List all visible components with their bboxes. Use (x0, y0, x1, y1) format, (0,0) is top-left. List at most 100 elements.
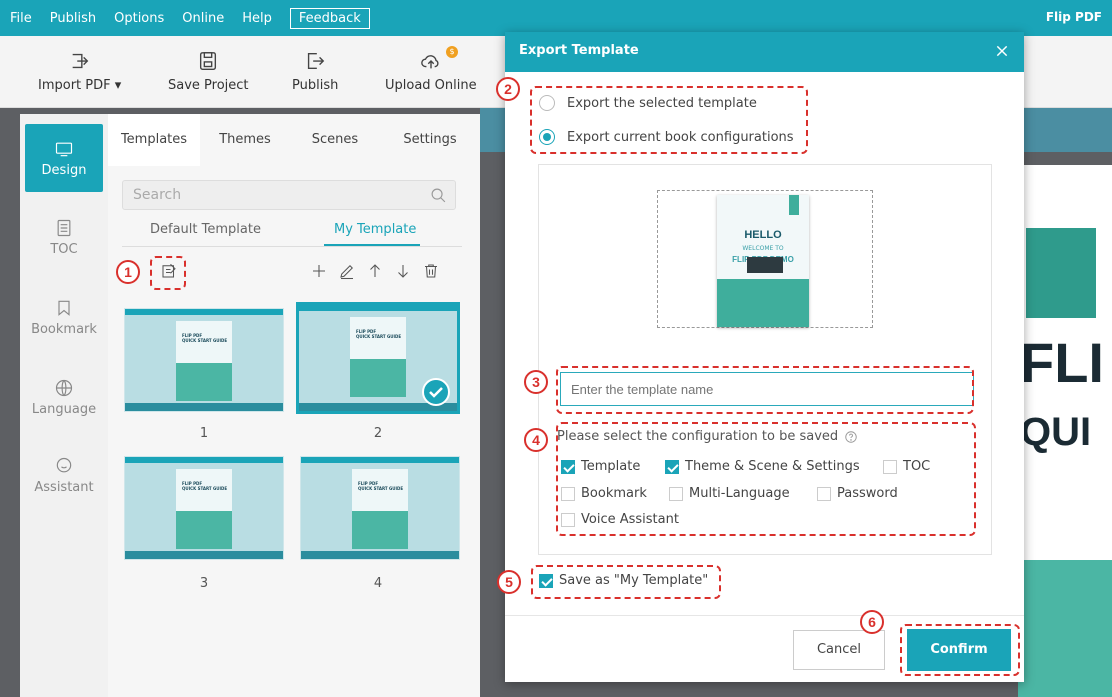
upload-coin-badge: $ (446, 46, 458, 58)
search-icon[interactable] (430, 187, 447, 204)
thumb-cover: FLIP PDF QUICK START GUIDE (350, 317, 406, 397)
menu-online[interactable]: Online (182, 11, 224, 26)
publish-icon (308, 52, 325, 70)
nav-toc[interactable]: TOC (20, 218, 108, 257)
nav-bookmark-label: Bookmark (31, 322, 97, 337)
menu-file[interactable]: File (10, 11, 32, 26)
move-up-icon[interactable] (366, 262, 384, 280)
thumb-cover-art (352, 511, 408, 549)
dialog-header: Export Template (505, 32, 1024, 72)
thumb-label-2: 2 (373, 426, 383, 441)
document-title-text: FLI (1020, 331, 1104, 394)
annotation-badge-6: 6 (860, 610, 884, 634)
document-logo (1026, 228, 1096, 318)
subtab-default-template[interactable]: Default Template (150, 222, 261, 237)
thumb-cover: FLIP PDF QUICK START GUIDE (352, 469, 408, 549)
annotation-box-3 (556, 366, 974, 414)
publish-button[interactable]: Publish (292, 50, 338, 93)
annotation-badge-4: 4 (524, 428, 548, 452)
menu-help[interactable]: Help (242, 11, 272, 26)
annotation-badge-1: 1 (116, 260, 140, 284)
search-placeholder: Search (133, 187, 182, 203)
tab-themes[interactable]: Themes (200, 114, 290, 166)
nav-assistant-label: Assistant (34, 480, 94, 495)
menubar: File Publish Options Online Help Feedbac… (0, 0, 1112, 36)
nav-language-label: Language (31, 402, 97, 417)
template-thumbnail-4[interactable]: FLIP PDF QUICK START GUIDE (300, 456, 460, 560)
thumb-bottombar (301, 551, 459, 559)
left-nav: Design TOC Bookmark Language Assistant (20, 114, 108, 697)
publish-label: Publish (292, 78, 339, 93)
save-project-label: Save Project (168, 78, 249, 93)
annotation-badge-2: 2 (496, 77, 520, 101)
annotation-box-4 (556, 422, 976, 536)
nav-bookmark[interactable]: Bookmark (20, 298, 108, 337)
monitor-icon (55, 142, 73, 156)
book-dark-label (747, 257, 783, 273)
thumb-topbar (125, 457, 283, 463)
tab-scenes[interactable]: Scenes (290, 114, 380, 166)
thumb-cover-text: FLIP PDF QUICK START GUIDE (182, 333, 228, 343)
thumb-cover-text: FLIP PDF QUICK START GUIDE (182, 481, 228, 491)
save-icon (200, 52, 217, 70)
close-icon[interactable] (994, 43, 1010, 59)
tab-settings[interactable]: Settings (380, 114, 480, 166)
add-icon[interactable] (310, 262, 328, 280)
thumb-cover-art (176, 511, 232, 549)
thumb-cover-art (350, 359, 406, 397)
templates-panel: Templates Themes Scenes Settings Search … (108, 114, 480, 697)
cloud-upload-icon (420, 55, 439, 69)
toc-icon (57, 219, 71, 237)
document-green-block (1018, 560, 1112, 697)
thumb-cover: FLIP PDF QUICK START GUIDE (176, 321, 232, 401)
menu-feedback-button[interactable]: Feedback (289, 7, 370, 29)
book-welcome-text: WELCOME TO (742, 245, 784, 252)
nav-language[interactable]: Language (20, 378, 108, 417)
globe-icon (55, 379, 73, 397)
import-pdf-button[interactable]: Import PDF ▾ (38, 50, 121, 93)
thumb-cover-art (176, 363, 232, 401)
menu-publish[interactable]: Publish (50, 11, 96, 26)
annotation-badge-3: 3 (524, 370, 548, 394)
subtab-my-template[interactable]: My Template (334, 222, 416, 237)
thumb-label-4: 4 (373, 576, 383, 591)
thumb-label-3: 3 (199, 576, 209, 591)
thumb-bottombar (125, 551, 283, 559)
cancel-button[interactable]: Cancel (793, 630, 885, 670)
thumb-cover: FLIP PDF QUICK START GUIDE (176, 469, 232, 549)
annotation-box-2 (530, 86, 808, 154)
bookmark-icon (58, 300, 70, 316)
save-project-button[interactable]: Save Project (168, 50, 249, 93)
nav-toc-label: TOC (50, 242, 78, 257)
delete-icon[interactable] (422, 262, 440, 280)
move-down-icon[interactable] (394, 262, 412, 280)
book-bottom-art (717, 279, 809, 327)
annotation-box-6 (900, 624, 1020, 676)
thumb-cover-text: FLIP PDF QUICK START GUIDE (356, 329, 402, 339)
book-hello-text: HELLO (744, 229, 782, 241)
dialog-title: Export Template (519, 43, 639, 58)
selected-check-icon (422, 378, 450, 406)
annotation-badge-5: 5 (497, 570, 521, 594)
nav-design-label: Design (41, 162, 87, 178)
edit-icon[interactable] (338, 262, 356, 280)
thumb-cover-text: FLIP PDF QUICK START GUIDE (358, 481, 404, 491)
book-preview-image: HELLO WELCOME TO FLIP PDF DEMO (717, 195, 809, 327)
nav-assistant[interactable]: Assistant (20, 456, 108, 495)
import-pdf-label: Import PDF ▾ (38, 78, 122, 93)
template-thumbnail-1[interactable]: FLIP PDF QUICK START GUIDE (124, 308, 284, 412)
tab-templates[interactable]: Templates (108, 114, 200, 166)
annotation-box-1 (150, 256, 186, 290)
upload-online-button[interactable]: Upload Online (385, 50, 477, 93)
template-search-input[interactable]: Search (122, 180, 456, 210)
nav-design[interactable]: Design (25, 124, 103, 192)
template-thumbnail-3[interactable]: FLIP PDF QUICK START GUIDE (124, 456, 284, 560)
thumb-bottombar (125, 403, 283, 411)
menu-options[interactable]: Options (114, 11, 164, 26)
book-ribbon (789, 195, 799, 215)
import-icon (72, 53, 88, 69)
dialog-footer-divider (505, 615, 1024, 616)
chat-icon (56, 457, 72, 473)
subtab-active-indicator (324, 244, 420, 246)
thumb-label-1: 1 (199, 426, 209, 441)
